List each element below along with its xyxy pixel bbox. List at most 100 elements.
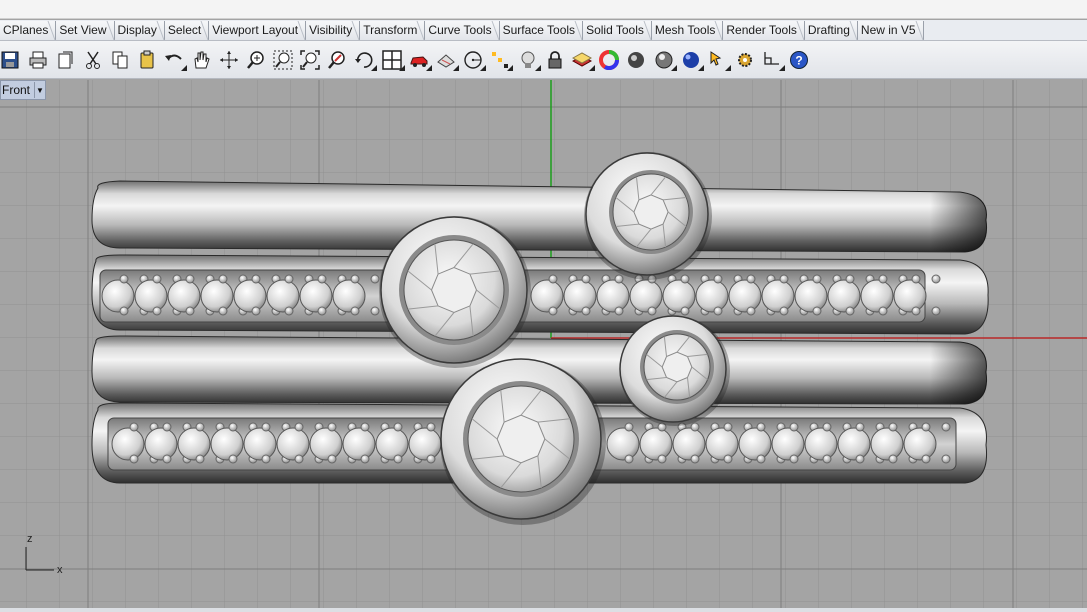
- prong-bead: [317, 306, 327, 316]
- cut-icon[interactable]: [82, 48, 104, 72]
- zoom-icon[interactable]: [245, 48, 267, 72]
- tab-surface-tools[interactable]: Surface Tools: [499, 21, 584, 40]
- rotate-icon[interactable]: [353, 48, 378, 72]
- rotate-view-icon[interactable]: [218, 48, 240, 72]
- prong-bead: [941, 454, 951, 464]
- circle-icon[interactable]: [462, 48, 487, 72]
- prong-bead: [129, 422, 139, 432]
- import-icon[interactable]: [54, 48, 76, 72]
- pave-stone: [200, 279, 234, 313]
- four-viewports-icon[interactable]: [381, 48, 405, 72]
- prong-bead: [317, 274, 327, 284]
- copy-icon[interactable]: [109, 48, 131, 72]
- prong-bead: [119, 306, 129, 316]
- blue-sphere-icon[interactable]: [680, 48, 704, 72]
- prong-bead: [218, 306, 228, 316]
- prong-bead: [713, 274, 723, 284]
- layer-icon[interactable]: [571, 48, 595, 72]
- prong-bead: [614, 306, 624, 316]
- tab-display[interactable]: Display: [114, 21, 165, 40]
- pave-stone: [705, 427, 739, 461]
- pan-icon[interactable]: [190, 48, 212, 72]
- prong-bead: [195, 422, 205, 432]
- pave-stone: [309, 427, 343, 461]
- tab-transform[interactable]: Transform: [360, 21, 426, 40]
- pave-stone: [804, 427, 838, 461]
- tab-visibility[interactable]: Visibility: [306, 21, 361, 40]
- tab-curve-tools[interactable]: Curve Tools: [425, 21, 500, 40]
- prong-bead: [327, 454, 337, 464]
- tab-viewport-layout[interactable]: Viewport Layout: [209, 21, 307, 40]
- render-sphere-icon[interactable]: [625, 48, 647, 72]
- pave-stone: [177, 427, 211, 461]
- chevron-down-icon[interactable]: ▼: [34, 82, 45, 98]
- pave-stone: [101, 279, 135, 313]
- axis-x-label: x: [57, 564, 63, 576]
- point-icon[interactable]: [489, 48, 514, 72]
- gear-icon[interactable]: [734, 48, 756, 72]
- light-icon[interactable]: [517, 48, 541, 72]
- dimension-icon[interactable]: [761, 48, 786, 72]
- tab-select[interactable]: Select: [164, 21, 210, 40]
- toolbar-tab-bar: CPlanes Set View Display Select Viewport…: [0, 20, 1087, 41]
- prong-bead: [129, 454, 139, 464]
- prong-bead: [812, 274, 822, 284]
- zoom-extents-icon[interactable]: [299, 48, 321, 72]
- pave-stone: [563, 279, 597, 313]
- pave-stone: [530, 279, 564, 313]
- zoom-window-icon[interactable]: [272, 48, 294, 72]
- prong-bead: [680, 306, 690, 316]
- prong-bead: [393, 454, 403, 464]
- pave-stone: [761, 279, 795, 313]
- prong-bead: [548, 306, 558, 316]
- pave-stone: [672, 427, 706, 461]
- pave-stone: [210, 427, 244, 461]
- prong-bead: [251, 274, 261, 284]
- standard-toolbar: ?: [0, 41, 1087, 79]
- print-icon[interactable]: [27, 48, 49, 72]
- color-wheel-icon[interactable]: [598, 48, 620, 72]
- car-icon[interactable]: [408, 48, 432, 72]
- prong-bead: [789, 422, 799, 432]
- tab-render-tools[interactable]: Render Tools: [723, 21, 805, 40]
- pave-stone: [596, 279, 630, 313]
- viewport-canvas: [0, 80, 1087, 608]
- viewport-title-tab[interactable]: Front ▼: [0, 80, 47, 100]
- prong-bead: [746, 306, 756, 316]
- prong-bead: [251, 306, 261, 316]
- prong-bead: [261, 454, 271, 464]
- bezel-setting-large-bottom: [440, 358, 606, 525]
- prong-bead: [941, 422, 951, 432]
- tab-mesh-tools[interactable]: Mesh Tools: [651, 21, 724, 40]
- prong-bead: [779, 306, 789, 316]
- lock-icon[interactable]: [544, 48, 566, 72]
- zoom-selected-icon[interactable]: [326, 48, 348, 72]
- paste-icon[interactable]: [136, 48, 158, 72]
- prong-bead: [370, 306, 380, 316]
- pointer-icon[interactable]: [707, 48, 731, 72]
- pave-stone: [299, 279, 333, 313]
- prong-bead: [931, 274, 941, 284]
- tab-cplanes[interactable]: CPlanes: [0, 21, 57, 40]
- prong-bead: [723, 422, 733, 432]
- front-viewport[interactable]: [0, 80, 1087, 608]
- prong-bead: [261, 422, 271, 432]
- prong-bead: [888, 454, 898, 464]
- tab-solid-tools[interactable]: Solid Tools: [583, 21, 652, 40]
- tab-set-view[interactable]: Set View: [56, 21, 115, 40]
- tab-drafting[interactable]: Drafting: [804, 21, 858, 40]
- prong-bead: [327, 422, 337, 432]
- shade-icon[interactable]: [435, 48, 459, 72]
- help-icon[interactable]: ?: [788, 48, 810, 72]
- material-sphere-icon[interactable]: [653, 48, 677, 72]
- status-strip: [0, 608, 1087, 612]
- svg-text:?: ?: [796, 53, 803, 67]
- pave-stone: [144, 427, 178, 461]
- prong-bead: [581, 306, 591, 316]
- pave-stone: [662, 279, 696, 313]
- prong-bead: [822, 454, 832, 464]
- save-icon[interactable]: [0, 48, 22, 72]
- axis-z-label: z: [27, 533, 33, 545]
- tab-new-in-v5[interactable]: New in V5: [857, 21, 924, 40]
- undo-icon[interactable]: [163, 48, 188, 72]
